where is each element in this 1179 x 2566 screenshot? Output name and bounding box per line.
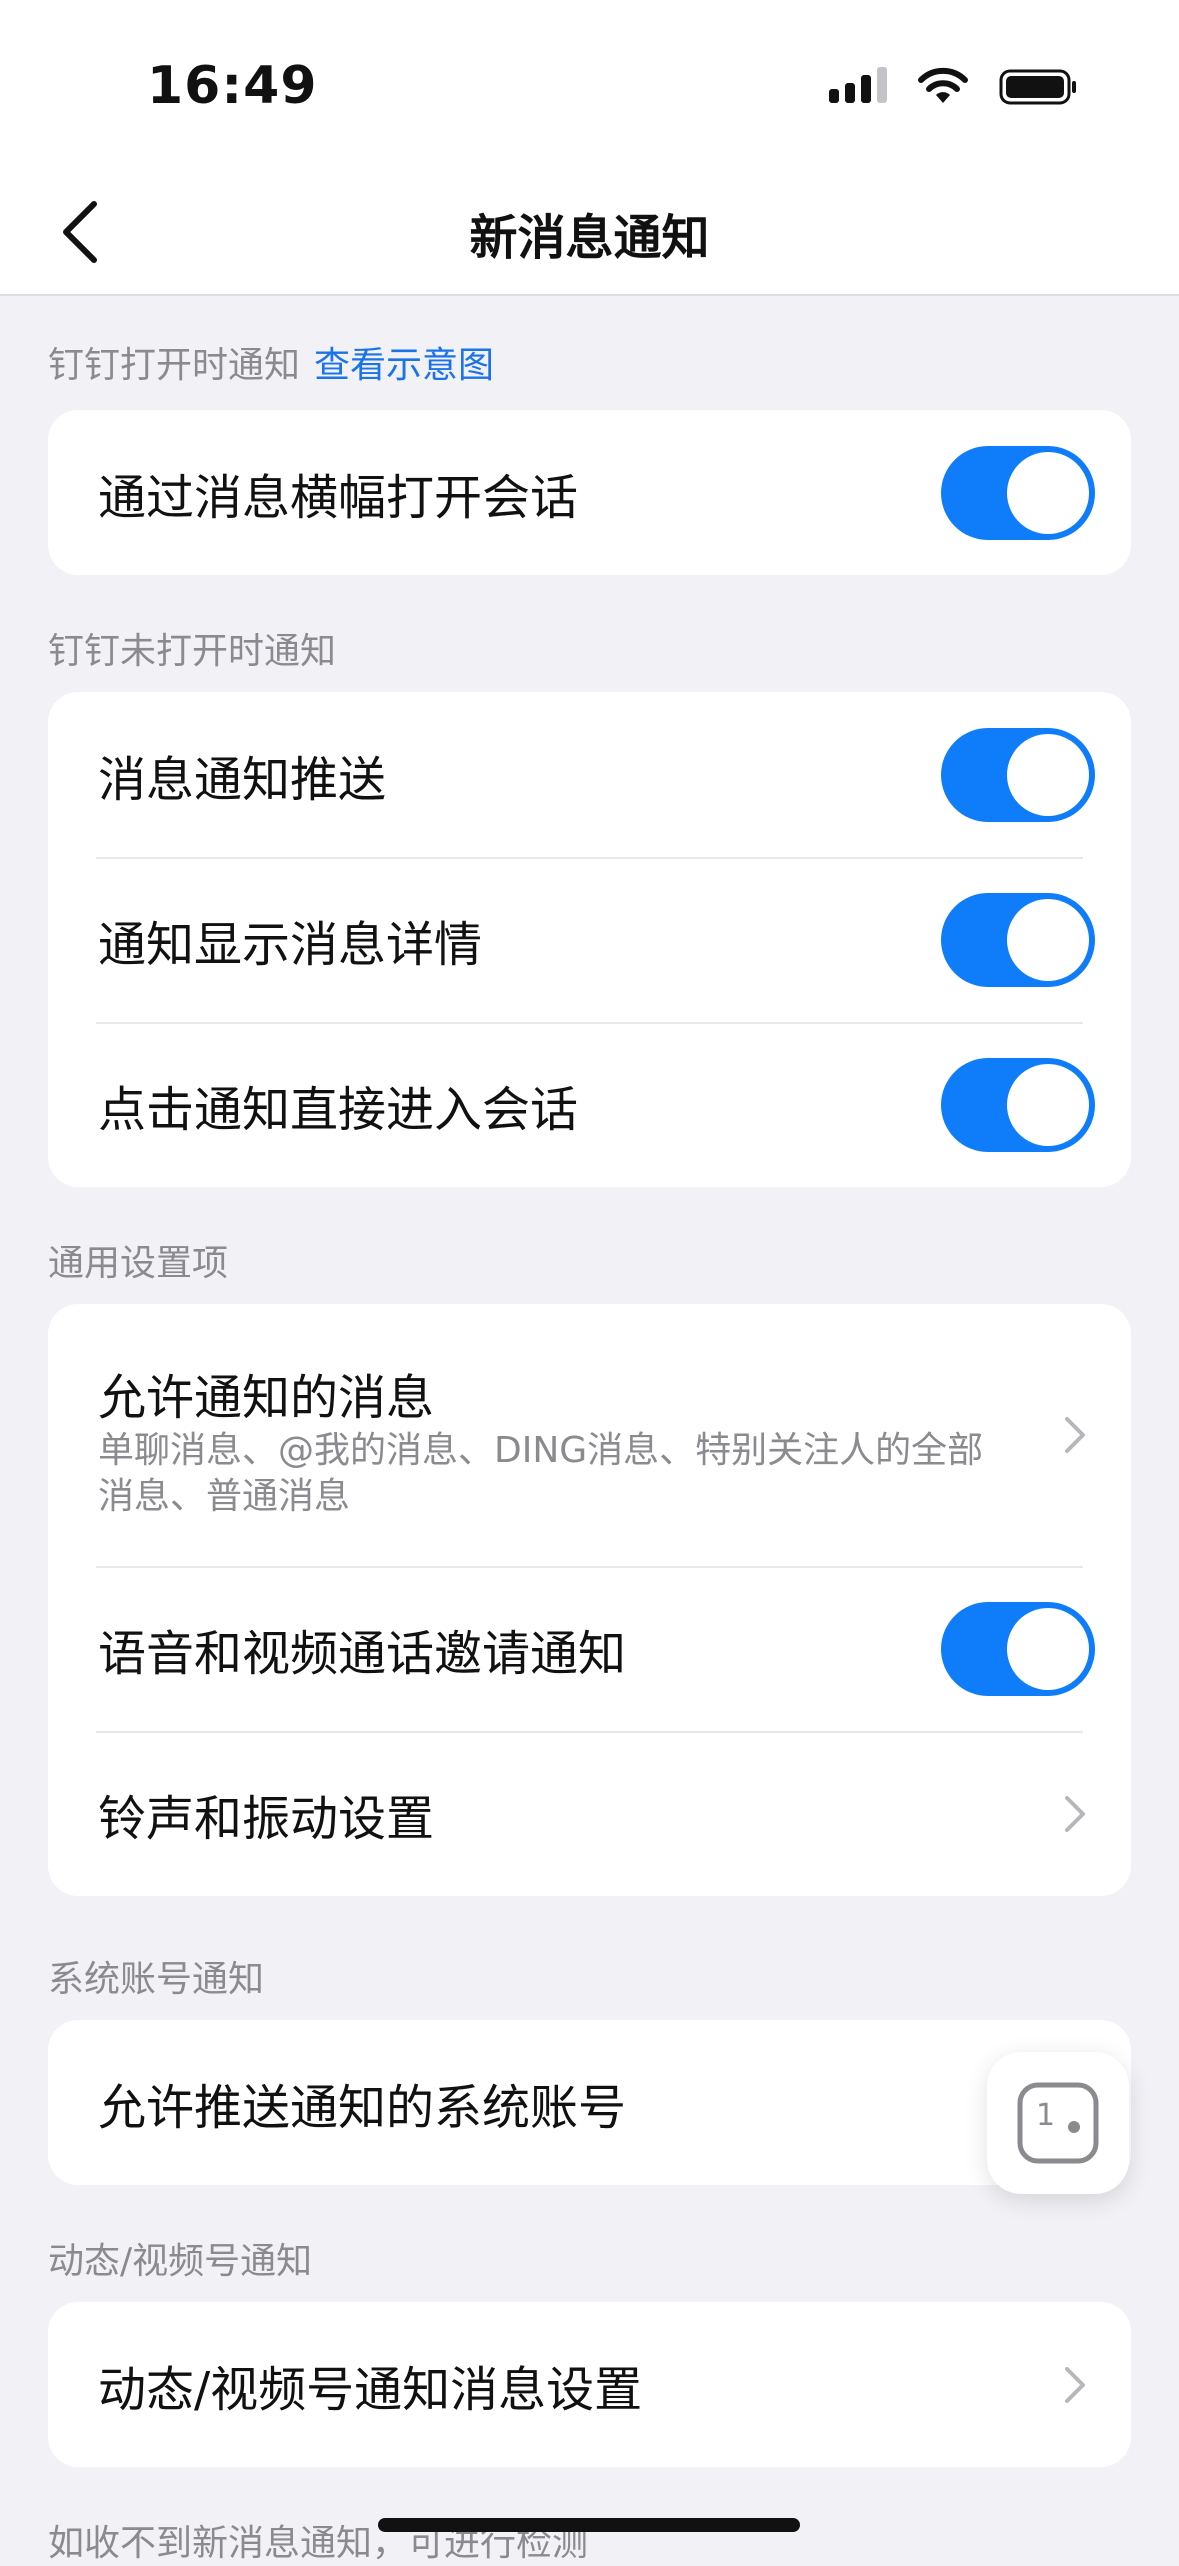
row-label: 语音和视频通话邀请通知 [98, 1625, 627, 1682]
card-closed-notifications: 消息通知推送 通知显示消息详情 点击通知直接进入会话 [48, 692, 1131, 1187]
toggle-knob [1007, 451, 1089, 534]
page-title: 新消息通知 [469, 210, 710, 266]
row-label: 允许推送通知的系统账号 [98, 2079, 627, 2136]
status-bar: 16:49 [0, 0, 1179, 170]
row-push: 消息通知推送 [48, 692, 1131, 857]
toggle-knob [1007, 733, 1089, 816]
section-label-closed: 钉钉未打开时通知 [48, 631, 337, 672]
chevron-right-icon [1065, 2366, 1085, 2403]
section-label-moments: 动态/视频号通知 [48, 2241, 313, 2282]
section-label-system: 系统账号通知 [48, 1959, 265, 2000]
row-label: 通过消息横幅打开会话 [98, 469, 579, 526]
card-open-notifications: 通过消息横幅打开会话 [48, 410, 1131, 575]
section-label-text: 钉钉打开时通知 [48, 345, 301, 386]
row-label: 通知显示消息详情 [98, 916, 483, 973]
row-label: 允许通知的消息 [98, 1370, 435, 1426]
toggle-knob [1007, 1063, 1089, 1146]
card-system-accounts: 允许推送通知的系统账号 [48, 2020, 1131, 2185]
section-label-general: 通用设置项 [48, 1243, 229, 1284]
tap-enter-toggle[interactable] [941, 1057, 1095, 1152]
card-general-settings: 允许通知的消息 单聊消息、@我的消息、DING消息、特别关注人的全部消息、普通消… [48, 1304, 1131, 1896]
push-toggle[interactable] [941, 727, 1095, 822]
row-allowed-messages[interactable]: 允许通知的消息 单聊消息、@我的消息、DING消息、特别关注人的全部消息、普通消… [48, 1304, 1131, 1566]
chevron-right-icon [1065, 1417, 1085, 1453]
row-tap-enter: 点击通知直接进入会话 [48, 1022, 1131, 1187]
floating-assistant-button[interactable]: 1 [987, 2052, 1129, 2194]
row-system-accounts[interactable]: 允许推送通知的系统账号 [48, 2020, 1131, 2185]
wifi-icon [918, 67, 968, 103]
row-label: 动态/视频号通知消息设置 [98, 2361, 643, 2418]
assistant-icon: 1 [1017, 2082, 1099, 2164]
show-detail-toggle[interactable] [941, 892, 1095, 987]
row-call-invite: 语音和视频通话邀请通知 [48, 1566, 1131, 1731]
banner-open-toggle[interactable] [941, 445, 1095, 540]
row-banner-open: 通过消息横幅打开会话 [48, 410, 1131, 575]
row-show-detail: 通知显示消息详情 [48, 857, 1131, 1022]
toggle-knob [1007, 1607, 1089, 1690]
view-illustration-link[interactable]: 查看示意图 [314, 345, 494, 386]
status-icons [829, 62, 1079, 112]
navigation-bar: 新消息通知 [0, 170, 1179, 296]
call-invite-toggle[interactable] [941, 1601, 1095, 1696]
row-label: 铃声和振动设置 [98, 1790, 435, 1847]
row-label: 消息通知推送 [98, 751, 387, 808]
row-ringtone[interactable]: 铃声和振动设置 [48, 1731, 1131, 1896]
battery-icon [999, 69, 1076, 105]
chevron-right-icon [1065, 1795, 1085, 1832]
assistant-badge: 1 [1036, 2098, 1055, 2133]
toggle-knob [1007, 898, 1089, 981]
home-indicator[interactable] [378, 2518, 800, 2532]
card-moments: 动态/视频号通知消息设置 [48, 2302, 1131, 2467]
cellular-signal-icon [829, 67, 887, 103]
row-label: 点击通知直接进入会话 [98, 1081, 579, 1138]
section-label-open: 钉钉打开时通知 查看示意图 [48, 336, 494, 388]
status-time: 16:49 [147, 56, 318, 116]
row-moments-settings[interactable]: 动态/视频号通知消息设置 [48, 2302, 1131, 2467]
row-subtitle: 单聊消息、@我的消息、DING消息、特别关注人的全部消息、普通消息 [98, 1430, 984, 1517]
